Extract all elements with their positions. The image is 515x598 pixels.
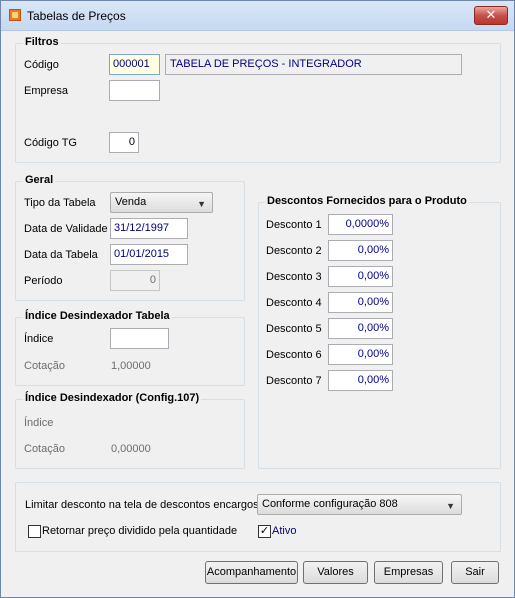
codigo-tg-input[interactable]: 0: [109, 132, 139, 153]
desconto-5-label: Desconto 5: [266, 323, 322, 335]
opcoes-group: [15, 482, 501, 552]
desconto-7-label: Desconto 7: [266, 375, 322, 387]
periodo-label: Período: [24, 275, 63, 287]
chevron-down-icon: ▼: [446, 501, 455, 511]
data-validade-label: Data de Validade: [24, 223, 108, 235]
codigo-input[interactable]: 000001: [109, 54, 160, 75]
descontos-title: Descontos Fornecidos para o Produto: [265, 195, 469, 207]
indice-label: Índice: [24, 333, 54, 345]
desconto-2-input[interactable]: 0,00%: [328, 240, 393, 261]
desconto-7-input[interactable]: 0,00%: [328, 370, 393, 391]
codigo-label: Código: [24, 59, 59, 71]
cotacao-config-value: 0,00000: [111, 443, 151, 455]
empresa-label: Empresa: [24, 85, 69, 97]
desconto-4-input[interactable]: 0,00%: [328, 292, 393, 313]
desconto-1-input[interactable]: 0,0000%: [328, 214, 393, 235]
cotacao-config-label: Cotação: [24, 443, 65, 455]
tabelas-precos-window: Tabelas de Preços ✕ Filtros Código 00000…: [0, 0, 515, 598]
retornar-preco-checkbox[interactable]: [28, 525, 41, 538]
indice-config-label: Índice: [24, 417, 54, 429]
valores-button[interactable]: Valores: [303, 561, 368, 584]
cotacao-label: Cotação: [24, 360, 65, 372]
close-icon[interactable]: ✕: [474, 6, 508, 25]
data-tabela-label: Data da Tabela: [24, 249, 98, 261]
sair-button[interactable]: Sair: [451, 561, 499, 584]
orange-app-icon: [9, 9, 21, 21]
data-validade-input[interactable]: 31/12/1997: [110, 218, 188, 239]
desconto-3-input[interactable]: 0,00%: [328, 266, 393, 287]
cotacao-value: 1,00000: [111, 360, 151, 372]
limitar-desconto-select[interactable]: Conforme configuração 808 ▼: [257, 494, 462, 515]
acompanhamento-button[interactable]: Acompanhamento: [205, 561, 298, 584]
chevron-down-icon: ▼: [197, 199, 206, 209]
geral-title: Geral: [23, 174, 56, 186]
desconto-5-input[interactable]: 0,00%: [328, 318, 393, 339]
codigo-tg-label: Código TG: [24, 137, 77, 149]
indice-config-title: Índice Desindexador (Config.107): [23, 392, 202, 404]
indice-tabela-title: Índice Desindexador Tabela: [23, 310, 172, 322]
desconto-3-label: Desconto 3: [266, 271, 322, 283]
desconto-4-label: Desconto 4: [266, 297, 322, 309]
desconto-6-input[interactable]: 0,00%: [328, 344, 393, 365]
desconto-2-label: Desconto 2: [266, 245, 322, 257]
limitar-desconto-value: Conforme configuração 808: [262, 498, 398, 510]
tipo-tabela-label: Tipo da Tabela: [24, 197, 96, 209]
retornar-preco-label[interactable]: Retornar preço dividido pela quantidade: [42, 525, 237, 537]
filtros-title: Filtros: [23, 36, 61, 48]
tipo-tabela-select[interactable]: Venda ▼: [110, 192, 213, 213]
periodo-input: 0: [110, 270, 160, 291]
desconto-6-label: Desconto 6: [266, 349, 322, 361]
title-bar[interactable]: Tabelas de Preços ✕: [1, 1, 514, 31]
indice-config-group: [15, 399, 245, 469]
tipo-tabela-value: Venda: [115, 196, 147, 208]
desconto-1-label: Desconto 1: [266, 219, 322, 231]
ativo-checkbox[interactable]: ✓: [258, 525, 271, 538]
limitar-desconto-label: Limitar desconto na tela de descontos en…: [25, 499, 259, 511]
window-title: Tabelas de Preços: [27, 9, 126, 23]
empresa-input[interactable]: [109, 80, 160, 101]
data-tabela-input[interactable]: 01/01/2015: [110, 244, 188, 265]
ativo-label[interactable]: Ativo: [272, 525, 296, 537]
indice-input[interactable]: [110, 328, 169, 349]
empresas-button[interactable]: Empresas: [374, 561, 443, 584]
codigo-description: TABELA DE PREÇOS - INTEGRADOR: [165, 54, 462, 75]
